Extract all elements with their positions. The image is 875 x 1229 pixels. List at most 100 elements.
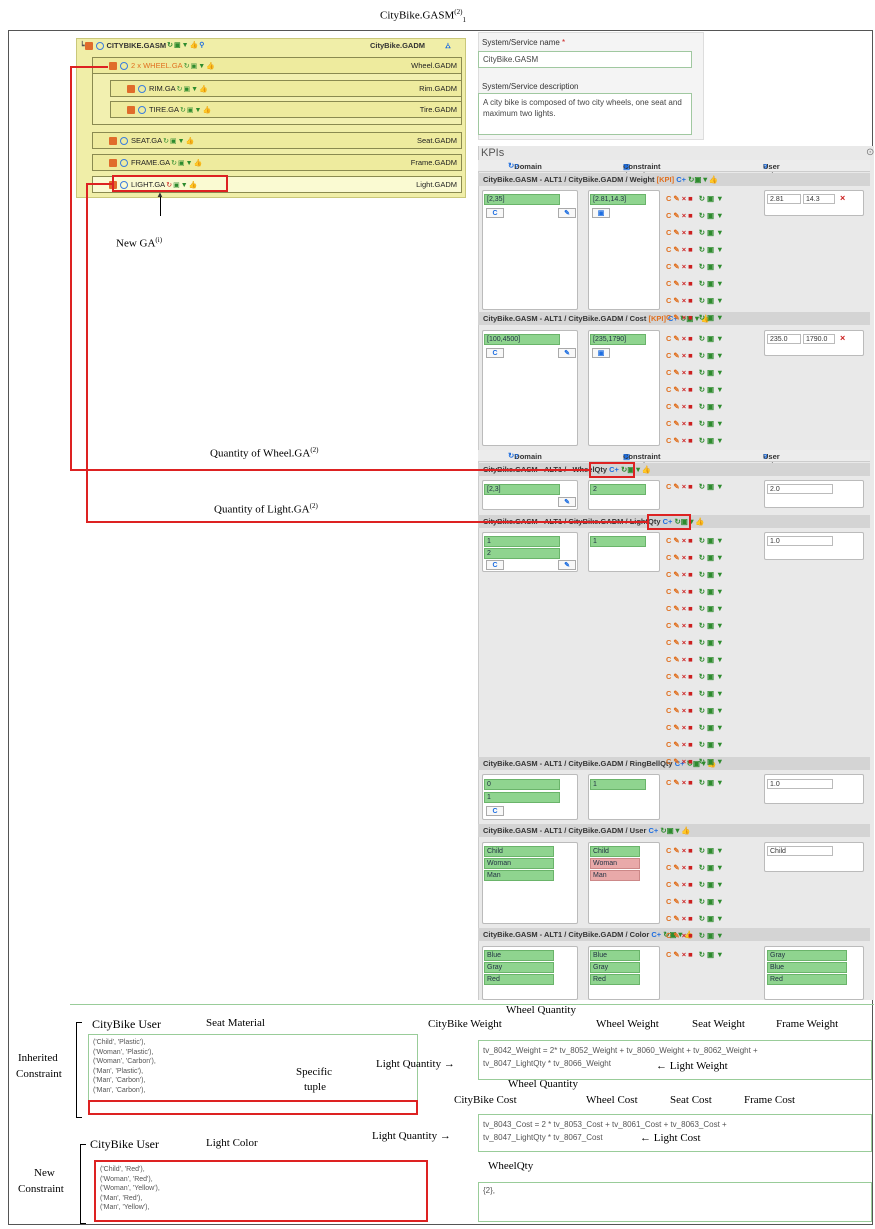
- action-icon-row[interactable]: C✎×■ ↻▣▼: [666, 228, 726, 237]
- save-icon[interactable]: ▣: [187, 103, 194, 118]
- action-icon-row[interactable]: C✎×■ ↻▣▼: [666, 279, 726, 288]
- filter-icon[interactable]: ▼: [182, 40, 189, 52]
- action-icon-row[interactable]: C✎×■ ↻▣▼: [666, 296, 726, 305]
- save-icon[interactable]: ▣: [191, 59, 198, 74]
- reset-button[interactable]: C: [486, 348, 504, 358]
- tree-node-frame[interactable]: FRAME.GA↻▣▼👍 Frame.GADM: [92, 154, 462, 171]
- cost-domain-value[interactable]: [100,4500]: [484, 334, 560, 345]
- action-icon-row[interactable]: C✎×■ ↻▣▼: [666, 419, 726, 428]
- action-icon-row[interactable]: C✎×■ ↻▣▼: [666, 211, 726, 220]
- like-icon[interactable]: 👍: [202, 103, 211, 118]
- user-user-value[interactable]: Child: [767, 846, 833, 856]
- edit-button[interactable]: ✎: [558, 348, 576, 358]
- refresh-icon[interactable]: ↻: [171, 156, 177, 171]
- wheelqty-textarea[interactable]: {2},: [478, 1182, 872, 1222]
- action-icon-row[interactable]: C✎×■ ↻▣▼: [666, 621, 726, 630]
- cost-user-min[interactable]: 235.0: [767, 334, 801, 344]
- save-icon[interactable]: ▣: [178, 156, 185, 171]
- refresh-icon[interactable]: ↻: [184, 59, 190, 74]
- action-icon-row[interactable]: C✎×■ ↻▣▼: [666, 655, 726, 664]
- user-constraint-value[interactable]: Woman: [590, 858, 640, 869]
- ringbell-domain-value-2[interactable]: 1: [484, 792, 560, 803]
- cost-constraint-value[interactable]: [235,1790]: [590, 334, 646, 345]
- action-icon-row[interactable]: C✎×■ ↻▣▼: [666, 638, 726, 647]
- collapse-icon[interactable]: ⊙: [866, 147, 874, 158]
- action-icon-row[interactable]: C✎×■ ↻▣▼: [666, 897, 726, 906]
- cost-user-max[interactable]: 1790.0: [803, 334, 835, 344]
- refresh-icon[interactable]: ↻: [177, 82, 183, 97]
- action-icon-row[interactable]: C✎×■ ↻▣▼: [666, 689, 726, 698]
- lightqty-constraint-value[interactable]: 1: [590, 536, 646, 547]
- edit-button[interactable]: ✎: [558, 560, 576, 570]
- action-icon-row[interactable]: C✎×■ ↻▣▼: [666, 262, 726, 271]
- color-constraint-value[interactable]: Red: [590, 974, 640, 985]
- check-icon[interactable]: [109, 159, 117, 168]
- like-icon[interactable]: 👍: [186, 134, 195, 149]
- check-icon[interactable]: [84, 42, 93, 51]
- action-icon-row[interactable]: C✎×■ ↻▣▼: [666, 553, 726, 562]
- user-domain-value[interactable]: Woman: [484, 858, 554, 869]
- new-constraint-textarea[interactable]: ('Child', 'Red'), ('Woman', 'Red'), ('Woma…: [94, 1160, 428, 1222]
- color-constraint-value[interactable]: Blue: [590, 950, 640, 961]
- action-icon-row[interactable]: C✎×■ ↻▣▼: [666, 914, 726, 923]
- action-icon-row[interactable]: C✎×■ ↻▣▼: [666, 723, 726, 732]
- check-icon[interactable]: [109, 62, 117, 71]
- ringbell-domain-value-1[interactable]: 0: [484, 779, 560, 790]
- tree-root[interactable]: ┕ CITYBIKE.GASM↻▣▼👍⚲ CityBike.GADM ⛼: [80, 40, 460, 52]
- like-icon[interactable]: 👍: [190, 40, 199, 52]
- action-icon-row[interactable]: C✎×■ ↻▣▼: [666, 536, 726, 545]
- tree-node-tire[interactable]: TIRE.GA↻▣▼👍 Tire.GADM: [110, 101, 462, 118]
- weight-domain-value[interactable]: [2,35]: [484, 194, 560, 205]
- like-icon[interactable]: 👍: [194, 156, 203, 171]
- user-domain-value[interactable]: Man: [484, 870, 554, 881]
- filter-icon[interactable]: ▼: [198, 59, 205, 74]
- color-user-value[interactable]: Blue: [767, 962, 847, 973]
- color-user-value[interactable]: Red: [767, 974, 847, 985]
- check-icon[interactable]: [127, 85, 135, 94]
- edit-button[interactable]: ✎: [558, 497, 576, 507]
- action-icon-row[interactable]: C✎×■ ↻▣▼: [666, 570, 726, 579]
- search-icon[interactable]: ⚲: [199, 40, 204, 52]
- tree-node-seat[interactable]: SEAT.GA↻▣▼👍 Seat.GADM: [92, 132, 462, 149]
- tree-node-wheel[interactable]: 2 x WHEEL.GA↻▣▼👍 Wheel.GADM: [92, 57, 462, 74]
- calc-button[interactable]: ▣: [592, 348, 610, 358]
- edit-button[interactable]: ✎: [558, 208, 576, 218]
- check-icon[interactable]: [109, 137, 117, 146]
- save-icon[interactable]: ▣: [184, 82, 191, 97]
- color-domain-value[interactable]: Red: [484, 974, 554, 985]
- action-icon-row[interactable]: C✎×■ ↻▣▼: [666, 385, 726, 394]
- reset-button[interactable]: C: [486, 208, 504, 218]
- name-input[interactable]: CityBike.GASM: [478, 51, 692, 68]
- weight-user-min[interactable]: 2.81: [767, 194, 801, 204]
- action-icon-row[interactable]: C✎×■ ↻▣▼: [666, 740, 726, 749]
- action-icon-row[interactable]: C✎×■ ↻▣▼: [666, 950, 726, 959]
- action-icon-row[interactable]: C✎×■ ↻▣▼: [666, 931, 726, 940]
- color-domain-value[interactable]: Blue: [484, 950, 554, 961]
- user-domain-value[interactable]: Child: [484, 846, 554, 857]
- action-icon-row[interactable]: C✎×■ ↻▣▼: [666, 482, 726, 491]
- wheelqty-domain-value[interactable]: [2,3]: [484, 484, 560, 495]
- action-icon-row[interactable]: C✎×■ ↻▣▼: [666, 245, 726, 254]
- action-icon-row[interactable]: C✎×■ ↻▣▼: [666, 846, 726, 855]
- action-icon-row[interactable]: C✎×■ ↻▣▼: [666, 368, 726, 377]
- color-domain-value[interactable]: Gray: [484, 962, 554, 973]
- color-user-value[interactable]: Gray: [767, 950, 847, 961]
- save-icon[interactable]: ▣: [170, 134, 177, 149]
- refresh-icon[interactable]: ↻: [167, 40, 173, 52]
- action-icon-row[interactable]: C✎×■ ↻▣▼: [666, 436, 726, 445]
- description-textarea[interactable]: A city bike is composed of two city whee…: [478, 93, 692, 135]
- delete-icon[interactable]: ×: [840, 193, 845, 203]
- wheelqty-constraint-value[interactable]: 2: [590, 484, 646, 495]
- action-icon-row[interactable]: C✎×■ ↻▣▼: [666, 351, 726, 360]
- action-icon-row[interactable]: C✎×■ ↻▣▼: [666, 334, 726, 343]
- wheelqty-user-value[interactable]: 2.0: [767, 484, 833, 494]
- action-icon-row[interactable]: C✎×■ ↻▣▼: [666, 706, 726, 715]
- ringbell-user-value[interactable]: 1.0: [767, 779, 833, 789]
- action-icon-row[interactable]: C✎×■ ↻▣▼: [666, 604, 726, 613]
- action-icon-row[interactable]: C✎×■ ↻▣▼: [666, 778, 726, 787]
- action-icon-row[interactable]: C✎×■ ↻▣▼: [666, 313, 726, 322]
- lightqty-user-value[interactable]: 1.0: [767, 536, 833, 546]
- calc-button[interactable]: ▣: [592, 208, 610, 218]
- delete-icon[interactable]: ×: [840, 333, 845, 343]
- action-icon-row[interactable]: C✎×■ ↻▣▼: [666, 587, 726, 596]
